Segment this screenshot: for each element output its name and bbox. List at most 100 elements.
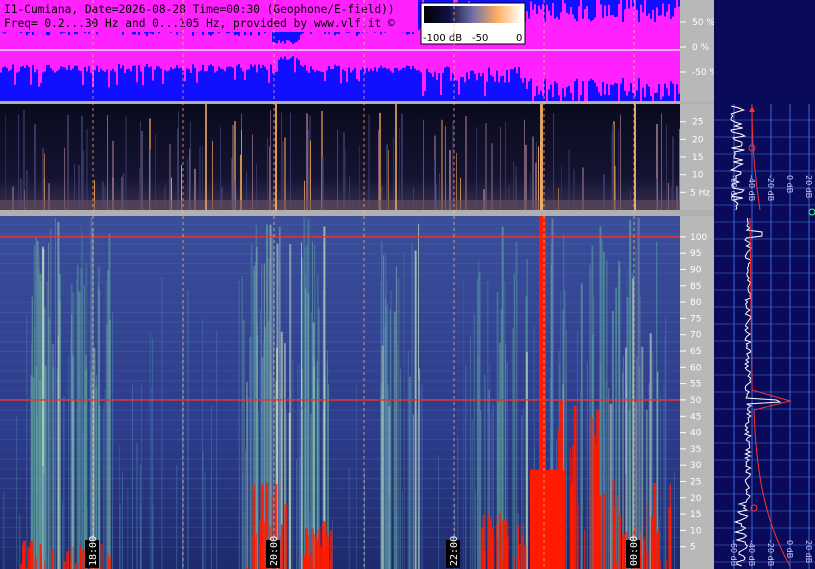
high-streak — [408, 376, 411, 569]
high-streak — [637, 217, 640, 569]
high-faint-streak — [292, 358, 294, 569]
saturated-streak — [496, 523, 497, 569]
saturated-streak — [327, 545, 329, 569]
high-faint-streak — [421, 383, 423, 569]
low-streak — [612, 125, 614, 210]
high-faint-streak — [140, 383, 142, 569]
low-tick-label: 15 — [692, 153, 703, 163]
waveform-bar — [558, 19, 560, 96]
high-texture-band — [0, 311, 680, 313]
high-faint-streak — [68, 356, 70, 569]
high-tick-label: 90 — [690, 266, 702, 276]
high-faint-streak — [42, 466, 44, 569]
high-faint-streak — [16, 415, 18, 569]
low-tick-label: 5 Hz — [690, 188, 710, 198]
high-faint-streak — [380, 281, 382, 569]
saturated-streak — [556, 526, 558, 569]
high-faint-streak — [102, 409, 104, 569]
high-faint-streak — [386, 440, 388, 569]
time-label: 00:00 — [629, 536, 640, 566]
low-streak — [679, 128, 680, 210]
high-tick-label: 45 — [690, 412, 701, 422]
saturated-streak — [66, 551, 70, 569]
saturated-streak — [658, 518, 660, 569]
waveform-bar — [234, 35, 236, 80]
low-streak — [290, 112, 291, 210]
saturated-streak — [517, 542, 520, 569]
low-streak — [618, 129, 619, 210]
saturated-streak — [573, 405, 577, 569]
high-faint-streak — [53, 436, 55, 569]
high-streak — [109, 319, 111, 569]
low-bright-streak — [275, 104, 277, 210]
saturated-streak — [82, 550, 85, 569]
saturated-streak — [72, 546, 74, 569]
saturated-streak — [39, 544, 42, 569]
low-streak — [81, 115, 83, 210]
high-texture-band — [0, 282, 680, 284]
spectrogram-low-panel — [0, 104, 680, 210]
high-tick-label: 35 — [690, 445, 701, 455]
header-line-1: I1-Cumiana, Date=2026-08-28 Time=00:30 (… — [4, 3, 395, 16]
saturated-streak — [74, 563, 78, 569]
high-faint-streak — [46, 383, 48, 569]
profile-x-tick-label: 20 dB — [804, 540, 813, 563]
high-streak — [419, 368, 420, 569]
low-streak — [241, 130, 242, 210]
low-streak — [5, 114, 6, 210]
waveform-bar — [14, 30, 16, 85]
high-faint-streak — [80, 335, 82, 569]
high-tick-label: 80 — [690, 298, 702, 308]
high-texture-band — [0, 302, 680, 304]
low-streak — [441, 119, 443, 210]
high-faint-streak — [402, 490, 404, 569]
saturated-streak — [70, 557, 72, 569]
high-streak — [257, 411, 259, 569]
profile-x-tick-label: -40 dB — [747, 175, 756, 201]
high-faint-streak — [438, 455, 440, 569]
waveform-bar — [40, 32, 42, 83]
low-streak — [532, 136, 534, 210]
high-streak — [393, 311, 396, 569]
saturated-streak — [256, 532, 258, 569]
saturated-streak — [497, 538, 498, 569]
saturated-streak — [653, 482, 657, 569]
saturated-streak — [619, 515, 622, 569]
saturated-streak — [639, 556, 642, 569]
waveform-bar — [660, 15, 662, 100]
low-streak — [140, 121, 141, 210]
low-streak — [190, 122, 191, 210]
saturated-streak — [317, 543, 321, 569]
saturated-streak — [645, 551, 649, 569]
high-faint-streak — [38, 480, 40, 569]
saturated-streak — [504, 533, 507, 569]
saturated-streak — [602, 493, 606, 569]
low-bottom-band — [0, 200, 680, 210]
high-streak — [525, 352, 528, 569]
spectrogram-high-panel — [0, 216, 680, 569]
saturated-streak — [521, 534, 525, 569]
low-streak — [401, 113, 403, 210]
low-streak — [141, 131, 143, 210]
high-texture-band — [0, 321, 680, 323]
saturated-streak — [305, 535, 309, 569]
high-streak — [608, 388, 610, 569]
saturated-streak — [320, 548, 323, 569]
saturated-streak — [551, 511, 553, 569]
low-streak — [155, 134, 156, 210]
profile-x-tick-label: -20 dB — [766, 540, 775, 566]
saturated-streak — [329, 559, 332, 569]
saturated-streak — [252, 536, 256, 569]
high-streak — [306, 245, 309, 569]
low-streak — [485, 123, 487, 210]
waveform-bar — [620, 0, 622, 84]
low-streak — [34, 124, 36, 210]
waveform-bar — [618, 3, 620, 101]
low-streak — [232, 125, 234, 210]
high-streak — [397, 278, 400, 569]
high-streak — [31, 342, 33, 569]
low-streak — [491, 143, 493, 210]
low-streak — [666, 125, 667, 210]
high-faint-streak — [238, 280, 240, 569]
profile-x-tick-label: -20 dB — [766, 175, 775, 201]
